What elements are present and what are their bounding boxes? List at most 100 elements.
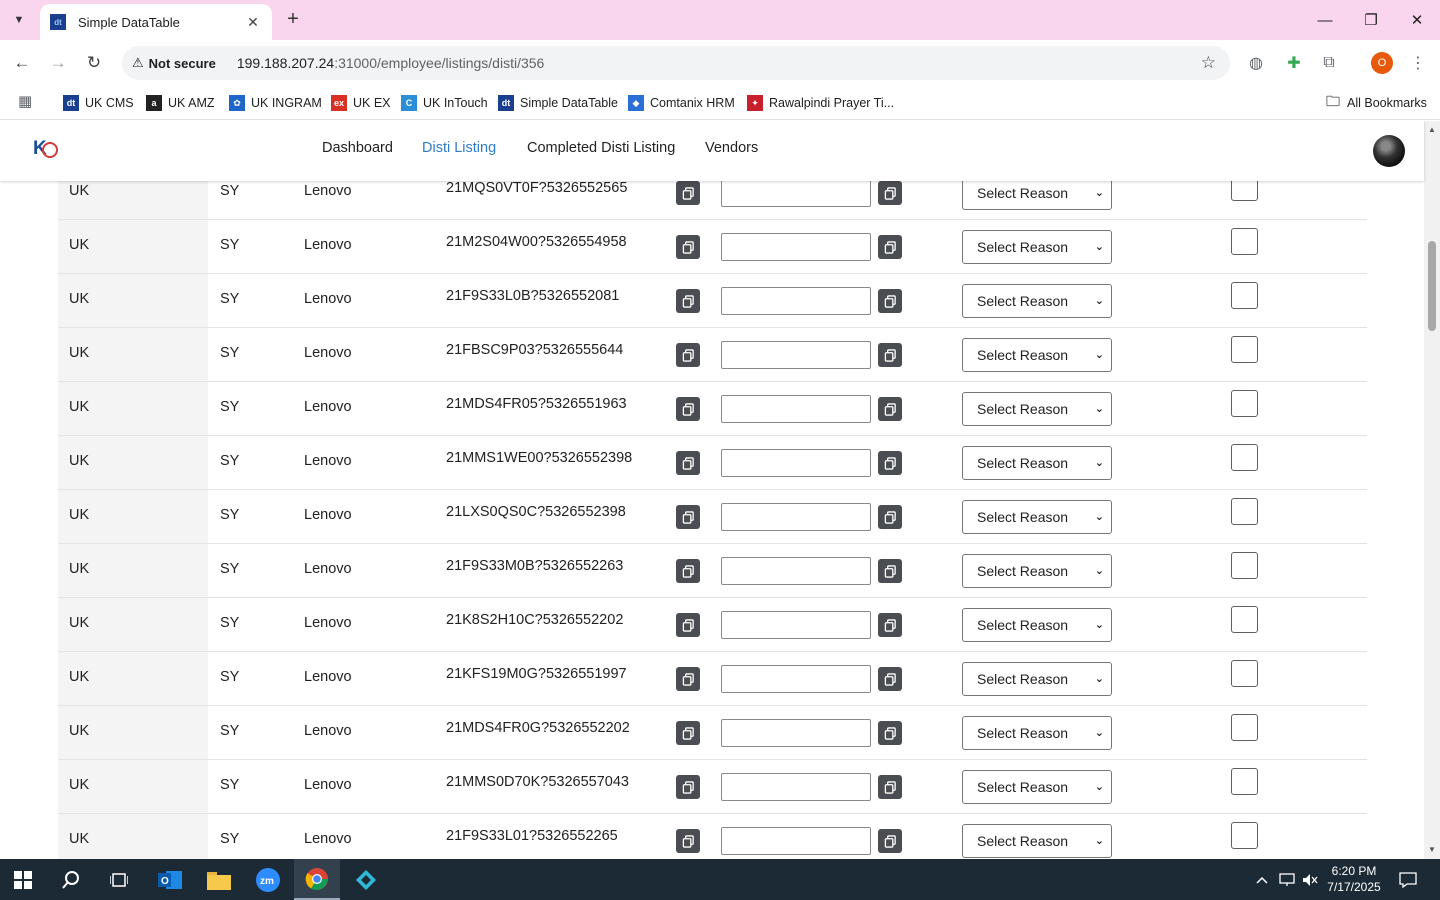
address-bar[interactable]: ⚠ Not secure 199.188.207.24:31000/employ… [122,46,1230,80]
profile-avatar[interactable]: O [1371,52,1393,74]
browser-tab-active[interactable]: dt Simple DataTable ✕ [40,4,272,40]
copy-sku-icon[interactable] [676,667,700,691]
all-bookmarks-button[interactable]: 🗀 All Bookmarks [1325,92,1427,114]
listing-input[interactable] [721,773,871,801]
row-checkbox[interactable] [1231,444,1258,471]
scroll-up-icon[interactable]: ▲ [1428,125,1436,134]
select-reason-dropdown[interactable]: Select Reason ⌄ [962,392,1112,426]
forward-arrow-icon[interactable]: → [45,50,71,76]
select-reason-dropdown[interactable]: Select Reason ⌄ [962,338,1112,372]
copy-value-icon[interactable] [878,613,902,637]
copy-sku-icon[interactable] [676,613,700,637]
select-reason-dropdown[interactable]: Select Reason ⌄ [962,500,1112,534]
minimize-icon[interactable]: — [1302,0,1348,40]
listing-input[interactable] [721,827,871,855]
window-close-icon[interactable]: ✕ [1394,0,1440,40]
listing-input[interactable] [721,449,871,477]
network-icon[interactable] [1276,859,1298,900]
listing-input[interactable] [721,665,871,693]
new-tab-plus-icon[interactable]: + [282,8,304,32]
copy-sku-icon[interactable] [676,829,700,853]
zoom-icon[interactable]: zm [245,859,291,900]
user-avatar[interactable] [1373,135,1405,167]
browser-menu-icon[interactable]: ⋮ [1407,52,1429,74]
listing-input[interactable] [721,611,871,639]
tray-chevron-icon[interactable] [1250,859,1274,900]
volume-muted-icon[interactable] [1299,859,1321,900]
bookmark-star-icon[interactable]: ☆ [1201,53,1216,73]
notifications-icon[interactable] [1388,859,1428,900]
listing-input[interactable] [721,395,871,423]
copy-sku-icon[interactable] [676,775,700,799]
row-checkbox[interactable] [1231,714,1258,741]
copy-sku-icon[interactable] [676,451,700,475]
app-diamond-icon[interactable] [343,859,389,900]
copy-value-icon[interactable] [878,667,902,691]
copy-sku-icon[interactable] [676,721,700,745]
select-reason-dropdown[interactable]: Select Reason ⌄ [962,824,1112,858]
row-checkbox[interactable] [1231,498,1258,525]
page-scrollbar[interactable]: ▲ ▼ [1424,121,1440,859]
copy-sku-icon[interactable] [676,289,700,313]
apps-grid-icon[interactable]: ▦ [18,94,34,110]
bookmark-item[interactable]: C UK InTouch [401,92,488,114]
copy-sku-icon[interactable] [676,181,700,205]
row-checkbox[interactable] [1231,390,1258,417]
bookmark-item[interactable]: ✿ UK INGRAM [229,92,322,114]
tab-search-chevron-icon[interactable]: ▼ [6,8,32,32]
listing-input[interactable] [721,503,871,531]
copy-value-icon[interactable] [878,451,902,475]
copy-value-icon[interactable] [878,289,902,313]
select-reason-dropdown[interactable]: Select Reason ⌄ [962,716,1112,750]
row-checkbox[interactable] [1231,552,1258,579]
nav-dashboard[interactable]: Dashboard [322,140,393,156]
select-reason-dropdown[interactable]: Select Reason ⌄ [962,554,1112,588]
copy-value-icon[interactable] [878,235,902,259]
reload-icon[interactable]: ↻ [81,50,107,76]
select-reason-dropdown[interactable]: Select Reason ⌄ [962,662,1112,696]
tab-close-icon[interactable]: ✕ [244,14,262,31]
bookmark-item[interactable]: ✦ Rawalpindi Prayer Ti... [747,92,894,114]
select-reason-dropdown[interactable]: Select Reason ⌄ [962,284,1112,318]
outlook-icon[interactable]: O [147,859,193,900]
listing-input[interactable] [721,179,871,207]
nav-completed-disti-listing[interactable]: Completed Disti Listing [527,140,675,156]
listing-input[interactable] [721,287,871,315]
row-checkbox[interactable] [1231,282,1258,309]
select-reason-dropdown[interactable]: Select Reason ⌄ [962,608,1112,642]
plus-extension-icon[interactable]: ✚ [1283,52,1305,74]
select-reason-dropdown[interactable]: Select Reason ⌄ [962,230,1112,264]
chrome-icon[interactable] [294,859,340,900]
copy-value-icon[interactable] [878,343,902,367]
listing-input[interactable] [721,719,871,747]
windows-start-icon[interactable] [0,859,46,900]
copy-sku-icon[interactable] [676,235,700,259]
back-arrow-icon[interactable]: ← [9,50,35,76]
uk-logo[interactable]: K [33,138,59,164]
task-view-icon[interactable] [96,859,142,900]
scroll-down-icon[interactable]: ▼ [1428,845,1436,854]
select-reason-dropdown[interactable]: Select Reason ⌄ [962,446,1112,480]
nav-vendors[interactable]: Vendors [705,140,758,156]
copy-value-icon[interactable] [878,721,902,745]
row-checkbox[interactable] [1231,768,1258,795]
row-checkbox[interactable] [1231,660,1258,687]
listing-input[interactable] [721,233,871,261]
copy-sku-icon[interactable] [676,343,700,367]
copy-value-icon[interactable] [878,397,902,421]
listing-input[interactable] [721,557,871,585]
bookmark-item[interactable]: dt Simple DataTable [498,92,618,114]
row-checkbox[interactable] [1231,822,1258,849]
file-explorer-icon[interactable] [196,859,242,900]
restore-icon[interactable]: ❐ [1348,0,1394,40]
search-icon[interactable] [48,859,94,900]
scrollbar-thumb[interactable] [1428,241,1436,331]
copy-sku-icon[interactable] [676,397,700,421]
copy-sku-icon[interactable] [676,505,700,529]
nav-disti-listing[interactable]: Disti Listing [422,140,496,156]
system-clock[interactable]: 6:20 PM 7/17/2025 [1322,863,1386,895]
bookmark-item[interactable]: dt UK CMS [63,92,134,114]
row-checkbox[interactable] [1231,228,1258,255]
extensions-puzzle-icon[interactable]: ⧉ [1318,52,1340,74]
copy-value-icon[interactable] [878,181,902,205]
